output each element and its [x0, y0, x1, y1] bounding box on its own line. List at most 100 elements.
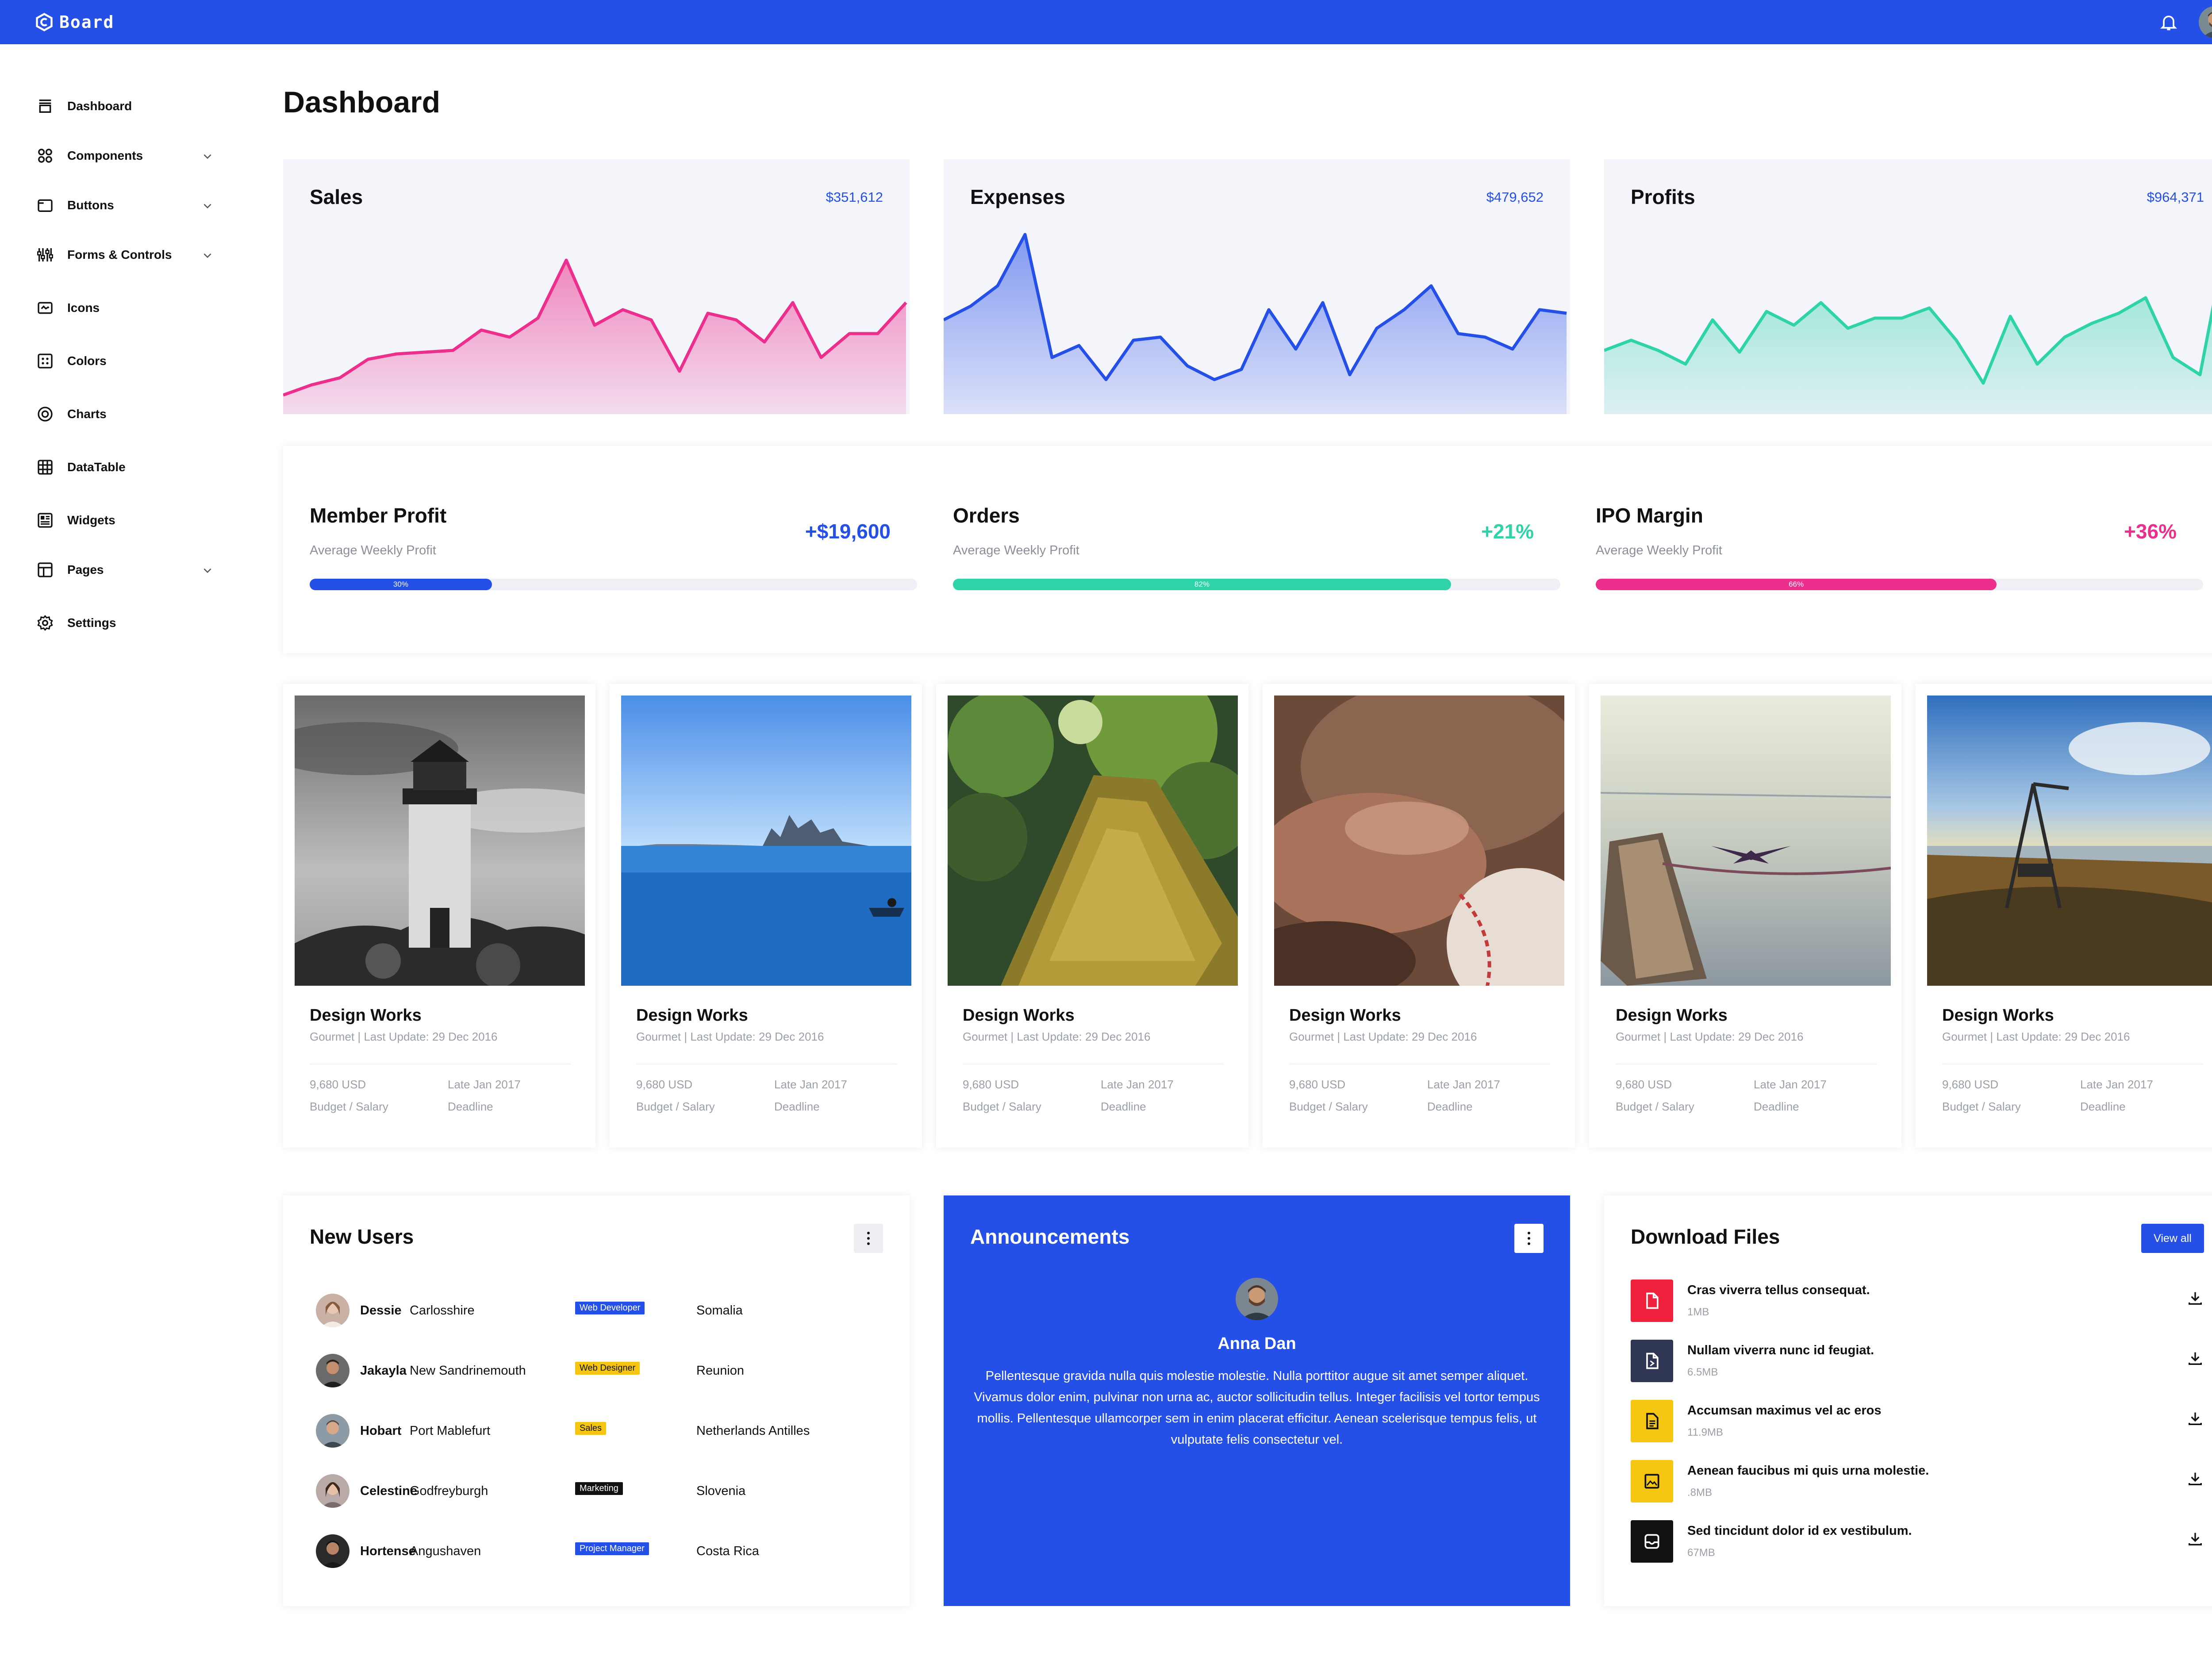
- top-bar: Board: [0, 0, 2212, 44]
- profits-area-chart: [1604, 296, 2212, 414]
- metric-subtitle: Average Weekly Profit: [310, 543, 436, 557]
- role-badge: Project Manager: [575, 1542, 649, 1555]
- sidebar-item-label: Colors: [67, 354, 107, 368]
- more-button[interactable]: [1514, 1224, 1544, 1253]
- sidebar-item-charts[interactable]: Charts: [36, 401, 213, 427]
- sidebar-item-components[interactable]: Components: [36, 142, 213, 169]
- chevron-down-icon: [204, 568, 211, 573]
- user-city: Angushaven: [410, 1544, 481, 1558]
- file-row[interactable]: Aenean faucibus mi quis urna molestie. .…: [1631, 1460, 2204, 1504]
- sidebar-item-pages[interactable]: Pages: [36, 557, 213, 583]
- table-row[interactable]: Hobart Port Mablefurt Sales Netherlands …: [316, 1414, 891, 1448]
- sidebar-item-icons[interactable]: Icons: [36, 295, 213, 321]
- sales-area-chart: [283, 258, 907, 414]
- brand[interactable]: Board: [35, 11, 114, 34]
- project-card[interactable]: Design Works Gourmet | Last Update: 29 D…: [936, 684, 1248, 1148]
- file-name: Aenean faucibus mi quis urna molestie.: [1687, 1464, 1929, 1478]
- file-row[interactable]: Sed tincidunt dolor id ex vestibulum. 67…: [1631, 1520, 2204, 1564]
- project-deadline: Late Jan 2017: [1101, 1078, 1174, 1091]
- project-budget-label: Budget / Salary: [1616, 1100, 1694, 1113]
- metric-orders: Orders Average Weekly Profit +21% 82%: [926, 446, 1560, 653]
- view-all-button[interactable]: View all: [2141, 1224, 2204, 1253]
- bay-city-photo: [621, 696, 911, 986]
- metric-value: +21%: [1481, 520, 1534, 543]
- role-badge: Web Designer: [575, 1362, 640, 1375]
- project-budget-label: Budget / Salary: [636, 1100, 715, 1113]
- download-icon[interactable]: [2186, 1289, 2204, 1307]
- table-row[interactable]: Dessie Carlosshire Web Developer Somalia: [316, 1294, 891, 1327]
- file-row[interactable]: Accumsan maximus vel ac eros 11.9MB: [1631, 1400, 2204, 1444]
- project-deadline-label: Deadline: [1101, 1100, 1146, 1113]
- file-name: Cras viverra tellus consequat.: [1687, 1283, 1870, 1297]
- stat-value: $479,652: [1486, 189, 1544, 205]
- chevron-down-icon: [204, 204, 211, 209]
- stat-value: $351,612: [826, 189, 883, 205]
- file-name: Accumsan maximus vel ac eros: [1687, 1403, 1882, 1418]
- file-row[interactable]: Cras viverra tellus consequat. 1MB: [1631, 1280, 2204, 1324]
- sidebar-item-settings[interactable]: Settings: [36, 610, 213, 636]
- project-card[interactable]: Design Works Gourmet | Last Update: 29 D…: [610, 684, 922, 1148]
- metrics-panel: Member Profit Average Weekly Profit +$19…: [283, 446, 2212, 653]
- project-subtitle: Gourmet | Last Update: 29 Dec 2016: [310, 1030, 498, 1043]
- download-icon[interactable]: [2186, 1410, 2204, 1427]
- chart-circle-icon: [38, 407, 53, 422]
- project-deadline-label: Deadline: [2080, 1100, 2126, 1113]
- file-size: 1MB: [1687, 1306, 1709, 1318]
- download-icon[interactable]: [2186, 1470, 2204, 1487]
- sidebar-item-label: Icons: [67, 301, 100, 315]
- metric-subtitle: Average Weekly Profit: [1596, 543, 1722, 557]
- metric-ipo-margin: IPO Margin Average Weekly Profit +36% 66…: [1569, 446, 2203, 653]
- sidebar-item-buttons[interactable]: Buttons: [36, 192, 213, 219]
- download-icon[interactable]: [2186, 1530, 2204, 1548]
- sidebar-item-forms-controls[interactable]: Forms & Controls: [36, 242, 213, 268]
- lighthouse-photo: [295, 696, 585, 986]
- progress-track: 82%: [953, 579, 1560, 590]
- user-avatar[interactable]: [2199, 6, 2212, 38]
- project-budget-label: Budget / Salary: [310, 1100, 388, 1113]
- sidebar-item-widgets[interactable]: Widgets: [36, 507, 213, 534]
- project-title: Design Works: [1942, 1006, 2054, 1025]
- project-card[interactable]: Design Works Gourmet | Last Update: 29 D…: [1589, 684, 1901, 1148]
- gear-icon: [37, 615, 53, 631]
- project-card[interactable]: Design Works Gourmet | Last Update: 29 D…: [1916, 684, 2212, 1148]
- chevron-down-icon: [204, 154, 211, 159]
- sidebar-item-label: Pages: [67, 563, 104, 576]
- table-row[interactable]: Hortense Angushaven Project Manager Cost…: [316, 1534, 891, 1568]
- project-subtitle: Gourmet | Last Update: 29 Dec 2016: [1616, 1030, 1804, 1043]
- project-card[interactable]: Design Works Gourmet | Last Update: 29 D…: [283, 684, 595, 1148]
- project-budget: 9,680 USD: [636, 1078, 693, 1091]
- sidebar-item-dashboard[interactable]: Dashboard: [36, 93, 213, 119]
- avatar: [316, 1354, 349, 1387]
- sidebar-item-colors[interactable]: Colors: [36, 348, 213, 374]
- download-icon[interactable]: [2186, 1349, 2204, 1367]
- doc-file-icon: [1631, 1340, 1673, 1382]
- palette-icon: [38, 354, 53, 369]
- bell-icon[interactable]: [2159, 12, 2178, 32]
- user-city: Carlosshire: [410, 1303, 475, 1318]
- more-button[interactable]: [854, 1224, 883, 1253]
- project-budget: 9,680 USD: [1289, 1078, 1346, 1091]
- table-row[interactable]: Celestine Godfreyburgh Marketing Sloveni…: [316, 1474, 891, 1508]
- download-files-panel: Download Files View all Cras viverra tel…: [1604, 1195, 2212, 1606]
- progress-track: 66%: [1596, 579, 2203, 590]
- role-badge: Web Developer: [575, 1302, 645, 1314]
- sidebar-item-label: Buttons: [67, 198, 114, 212]
- table-row[interactable]: Jakayla New Sandrinemouth Web Designer R…: [316, 1354, 891, 1387]
- file-row[interactable]: Nullam viverra nunc id feugiat. 6.5MB: [1631, 1340, 2204, 1384]
- progress-fill: 30%: [310, 579, 492, 590]
- sidebar-item-datatable[interactable]: DataTable: [36, 454, 213, 480]
- avatar: [316, 1414, 349, 1448]
- project-deadline-label: Deadline: [774, 1100, 820, 1113]
- app-name: Board: [59, 12, 115, 32]
- metric-member-profit: Member Profit Average Weekly Profit +$19…: [283, 446, 917, 653]
- metric-value: +$19,600: [805, 520, 891, 543]
- project-card[interactable]: Design Works Gourmet | Last Update: 29 D…: [1263, 684, 1575, 1148]
- area-fill: [944, 234, 1567, 414]
- user-name: Hobart: [360, 1424, 402, 1438]
- file-size: 6.5MB: [1687, 1366, 1718, 1378]
- announcement-author: Anna Dan: [1217, 1334, 1296, 1353]
- project-budget-label: Budget / Salary: [1289, 1100, 1368, 1113]
- project-deadline: Late Jan 2017: [774, 1078, 847, 1091]
- user-name: Dessie: [360, 1303, 402, 1318]
- metric-title: IPO Margin: [1596, 504, 1703, 527]
